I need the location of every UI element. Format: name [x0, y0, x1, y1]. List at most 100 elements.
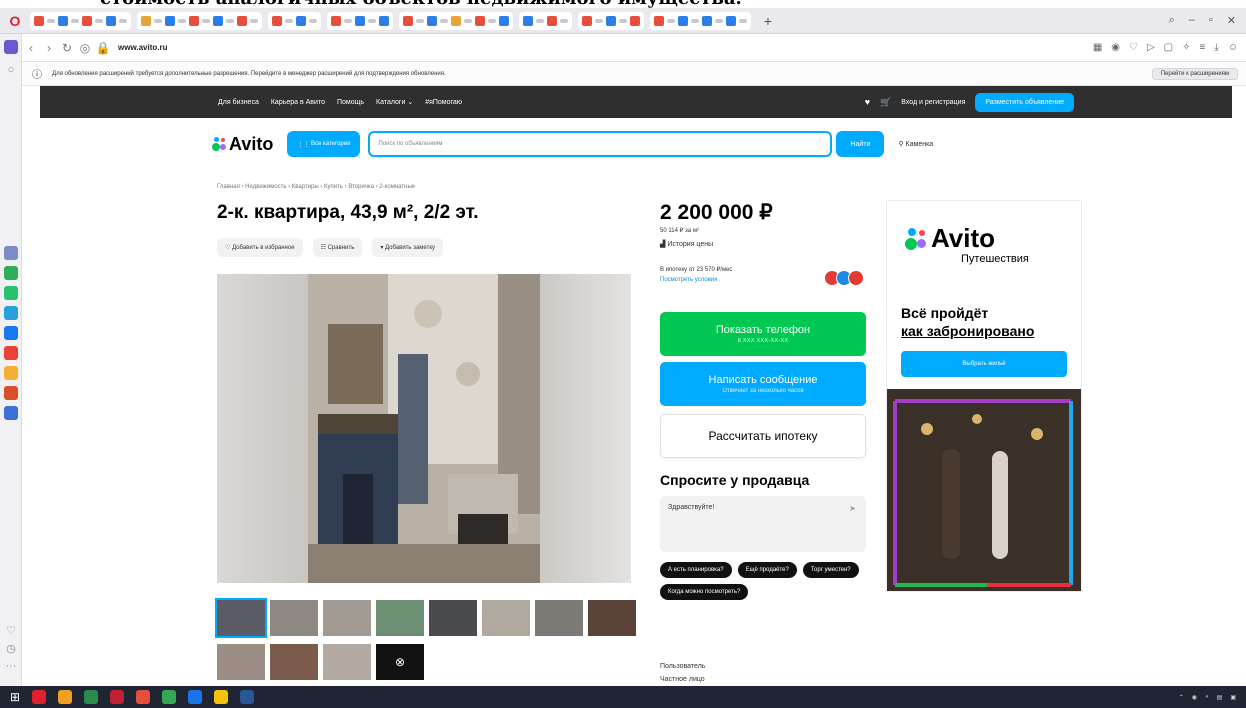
wallet-icon[interactable]: ▢	[1164, 42, 1173, 53]
show-phone-button[interactable]: Показать телефон 8 XXX XXX-XX-XX	[660, 312, 866, 356]
calculate-mortgage-button[interactable]: Рассчитать ипотеку	[660, 414, 866, 458]
more-icon[interactable]: ···	[4, 660, 18, 672]
travel-ad-banner[interactable]: Avito Путешествия Всё пройдёт как заброн…	[886, 200, 1082, 592]
favorites-heart-icon[interactable]: ♥	[865, 97, 870, 107]
post-ad-button[interactable]: Разместить объявление	[975, 92, 1074, 112]
opera-taskbar-icon[interactable]	[110, 690, 125, 704]
quick-question-chip[interactable]: А есть планировка?	[660, 562, 732, 578]
history-icon[interactable]: ◷	[4, 642, 18, 655]
ad-choose-housing-button[interactable]: Выбрать жильё	[901, 351, 1067, 377]
go-to-extensions-button[interactable]: Перейти к расширениям	[1151, 67, 1238, 80]
search-input[interactable]: Поиск по объявлениям	[368, 131, 833, 157]
photo-thumbnail[interactable]	[323, 644, 371, 680]
nav-link-help[interactable]: Помощь	[337, 99, 364, 106]
notifications-icon[interactable]: ▣	[1230, 694, 1236, 701]
extensions-icon[interactable]: ✧	[1182, 42, 1190, 53]
login-link[interactable]: Вход и регистрация	[901, 99, 965, 106]
workspace-icon[interactable]	[4, 40, 18, 54]
qr-icon[interactable]: ▦	[1093, 42, 1102, 53]
profile-icon[interactable]: ☺	[1228, 42, 1238, 53]
sidebar-app-icon[interactable]	[4, 406, 18, 420]
start-menu-icon[interactable]: ⊞	[10, 690, 20, 704]
tab-group[interactable]	[268, 11, 321, 30]
photo-thumbnail[interactable]	[429, 600, 477, 636]
maximize-icon[interactable]: ▫	[1209, 14, 1213, 27]
quick-question-chip[interactable]: Когда можно посмотреть?	[660, 584, 749, 600]
taskbar-app-icon[interactable]	[136, 690, 151, 704]
photo-thumbnail[interactable]	[217, 644, 265, 680]
photo-thumbnail[interactable]	[270, 644, 318, 680]
mortgage-conditions-link[interactable]: Посмотреть условия	[660, 277, 717, 283]
telegram-icon[interactable]	[4, 306, 18, 320]
taskbar-app-icon[interactable]	[84, 690, 99, 704]
clock[interactable]: ▤	[1217, 694, 1223, 701]
nav-link-catalogs[interactable]: Каталоги ⌄	[376, 98, 413, 106]
tab-group[interactable]	[578, 11, 644, 30]
photo-gallery[interactable]	[217, 274, 631, 583]
nav-link-help-hashtag[interactable]: #яПомогаю	[425, 99, 462, 106]
location-selector[interactable]: ⚲ Каменка	[898, 140, 933, 148]
taskbar-app-icon[interactable]	[162, 690, 177, 704]
tab-group[interactable]	[399, 11, 513, 30]
play-icon[interactable]: ▷	[1147, 42, 1155, 53]
tab-group[interactable]	[650, 11, 751, 30]
photo-thumbnail[interactable]	[376, 600, 424, 636]
quick-question-chip[interactable]: Торг уместен?	[802, 562, 859, 578]
photo-thumbnail[interactable]	[215, 598, 267, 638]
sidebar-circle-icon[interactable]: ○	[4, 64, 18, 76]
message-input[interactable]: Здравствуйте! ➤	[660, 496, 866, 552]
messenger-icon[interactable]	[4, 326, 18, 340]
favorites-icon[interactable]: ♡	[4, 624, 18, 637]
shield-icon[interactable]: ◎	[76, 41, 94, 55]
taskbar-app-icon[interactable]	[188, 690, 203, 704]
nav-link-business[interactable]: Для бизнеса	[218, 99, 259, 106]
tab-group[interactable]	[137, 11, 262, 30]
sidebar-app-icon[interactable]	[4, 366, 18, 380]
opera-logo-icon[interactable]: O	[0, 13, 30, 29]
avito-logo[interactable]: Avito	[212, 134, 273, 155]
network-icon[interactable]: ◉	[1192, 694, 1197, 701]
nav-link-career[interactable]: Карьера в Авито	[271, 99, 325, 106]
taskbar-app-icon[interactable]	[58, 690, 73, 704]
tab-group[interactable]	[519, 11, 572, 30]
photo-thumbnail[interactable]	[323, 600, 371, 636]
new-tab-icon[interactable]: +	[757, 13, 779, 29]
sidebar-app-icon[interactable]	[4, 386, 18, 400]
search-button[interactable]: Найти	[836, 131, 885, 157]
price-history-link[interactable]: ▟ История цены	[660, 240, 713, 248]
add-favorite-button[interactable]: ♡ Добавить в избранное	[217, 238, 303, 257]
tab-group[interactable]	[327, 11, 393, 30]
whatsapp-icon[interactable]	[4, 286, 18, 300]
back-icon[interactable]: ‹	[22, 41, 40, 55]
forward-icon[interactable]: ›	[40, 41, 58, 55]
photo-thumbnail[interactable]	[588, 600, 636, 636]
more-photos-button[interactable]: ⊗	[376, 644, 424, 680]
camera-icon[interactable]: ◉	[1111, 42, 1120, 53]
heart-icon[interactable]: ♡	[1129, 42, 1138, 53]
quick-question-chip[interactable]: Ещё продаёте?	[737, 562, 797, 578]
tray-chevron-icon[interactable]: ⌃	[1179, 694, 1184, 701]
photo-thumbnail[interactable]	[482, 600, 530, 636]
minimize-icon[interactable]: –	[1189, 14, 1195, 27]
sidebar-app-icon[interactable]	[4, 346, 18, 360]
compare-button[interactable]: ☷ Сравнить	[312, 238, 363, 257]
reload-icon[interactable]: ↻	[58, 41, 76, 55]
taskbar-app-icon[interactable]	[214, 690, 229, 704]
cart-icon[interactable]: 🛒	[880, 97, 891, 108]
seller-label[interactable]: Пользователь	[660, 660, 705, 673]
photo-thumbnail[interactable]	[270, 600, 318, 636]
volume-icon[interactable]: ◖	[1205, 694, 1209, 700]
search-tabs-icon[interactable]: ⌕	[1169, 14, 1175, 27]
taskbar-app-icon[interactable]	[32, 690, 47, 704]
taskbar-app-icon[interactable]	[240, 690, 255, 704]
add-note-button[interactable]: ▾ Добавить заметку	[372, 238, 444, 257]
all-categories-button[interactable]: ⋮⋮ Все категории	[287, 131, 361, 157]
write-message-button[interactable]: Написать сообщение Отвечает за несколько…	[660, 362, 866, 406]
photo-thumbnail[interactable]	[535, 600, 583, 636]
download-icon[interactable]: ⤓	[1214, 42, 1218, 53]
close-icon[interactable]: ✕	[1227, 14, 1236, 27]
url-field[interactable]: www.avito.ru	[118, 43, 168, 52]
breadcrumb[interactable]: Главная › Недвижимость › Квартиры › Купи…	[217, 184, 415, 190]
sidebar-app-icon[interactable]	[4, 246, 18, 260]
tab-group[interactable]	[30, 11, 131, 30]
